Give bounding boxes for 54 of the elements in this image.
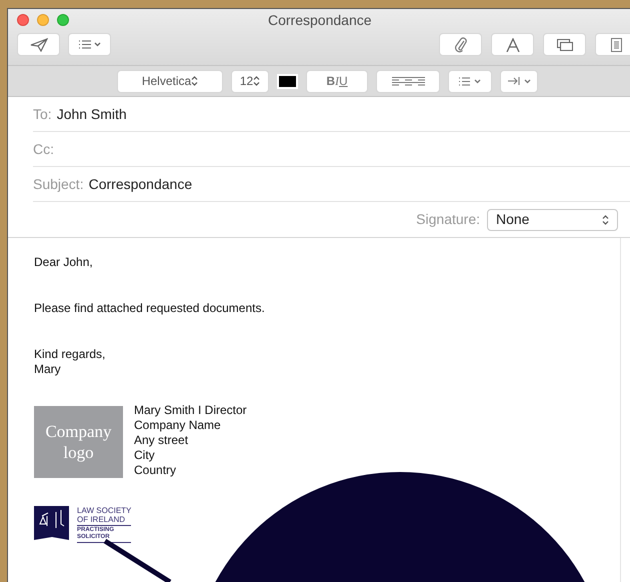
text-style-button[interactable]: B xyxy=(326,72,335,90)
field-label: Subject: xyxy=(33,174,84,194)
text-style-button[interactable]: I xyxy=(335,72,339,90)
signature-line: City xyxy=(134,448,156,463)
badge-title: OF IRELAND xyxy=(77,515,126,524)
template-button[interactable] xyxy=(595,33,630,56)
signature-select[interactable]: None xyxy=(487,208,618,230)
close-button[interactable] xyxy=(17,14,29,26)
updown-chevron-icon xyxy=(602,214,609,224)
field-label: To: xyxy=(33,104,52,124)
updown-chevron-icon xyxy=(253,76,260,86)
closing-text: Mary xyxy=(34,362,62,377)
signature-line: Any street xyxy=(134,433,190,448)
updown-chevron-icon xyxy=(191,76,198,86)
fonts-button[interactable] xyxy=(491,33,534,56)
list-dropdown-button[interactable] xyxy=(68,33,111,56)
zoom-button[interactable] xyxy=(57,14,69,26)
send-button[interactable] xyxy=(17,33,60,56)
chevron-down-icon xyxy=(524,78,530,84)
windows-button[interactable] xyxy=(543,33,586,56)
message-text: Please find attached requested documents. xyxy=(34,301,266,316)
document-icon xyxy=(611,38,622,52)
closing-text: Kind regards, xyxy=(34,347,106,362)
paperclip-icon xyxy=(454,36,466,52)
list-icon xyxy=(78,40,90,49)
overlapping-windows-icon xyxy=(556,38,572,50)
align-icon[interactable] xyxy=(402,76,414,86)
list-icon xyxy=(459,76,470,86)
field-label: Cc: xyxy=(33,140,54,158)
font-select[interactable]: Helvetica xyxy=(117,70,223,92)
align-icon[interactable] xyxy=(392,76,402,86)
company-logo: Company logo xyxy=(34,406,123,478)
attach-button[interactable] xyxy=(439,33,482,56)
field-value[interactable]: Correspondance xyxy=(88,174,192,194)
greeting-text: Dear John, xyxy=(34,255,94,270)
badge-title: LAW SOCIETY xyxy=(77,506,132,515)
chevron-down-icon xyxy=(474,78,481,84)
indent-icon xyxy=(508,77,520,85)
window-title: Correspondance xyxy=(268,10,372,30)
signature-line: Mary Smith I Director xyxy=(134,403,247,418)
signature-line: Company Name xyxy=(134,418,222,433)
chevron-down-icon xyxy=(94,42,100,47)
signature-line: Country xyxy=(134,463,178,478)
text-color-swatch[interactable] xyxy=(277,74,298,88)
scales-logo-icon xyxy=(34,506,69,540)
size-select[interactable]: 12 xyxy=(231,70,269,92)
text-style-button[interactable]: U xyxy=(339,72,348,90)
paper-plane-icon xyxy=(30,38,48,52)
indent-button[interactable] xyxy=(500,70,538,92)
signature-label: Signature: xyxy=(416,210,480,229)
list-style-button[interactable] xyxy=(448,70,492,92)
field-value[interactable]: John Smith xyxy=(56,104,127,124)
align-icon[interactable] xyxy=(414,76,424,86)
letter-a-icon xyxy=(506,38,520,52)
